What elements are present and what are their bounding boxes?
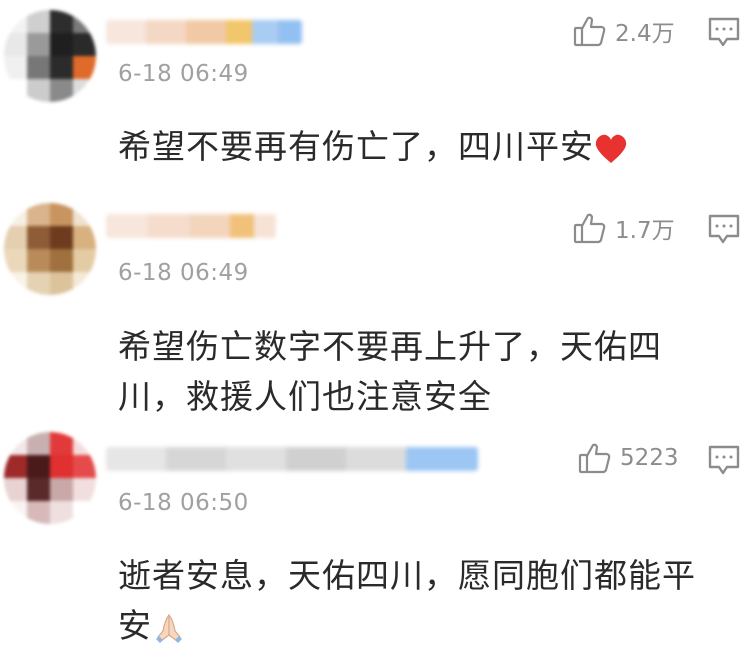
comment-time: 6-18 06:49 [118,260,249,286]
folded-hands-icon [156,613,182,643]
reply-comment-icon[interactable] [707,213,741,245]
comment-item: 6-18 06:49 1.7万 希望伤亡数字不要再上升了，天佑四川，救援人们也注… [0,203,750,430]
comment-time: 6-18 06:50 [118,490,249,516]
like-count: 1.7万 [615,218,675,244]
like-button[interactable]: 5223 [578,442,679,474]
reply-comment-icon[interactable] [707,16,741,48]
reply-comment-icon[interactable] [707,444,741,476]
comment-item: 6-18 06:50 5223 逝者安息，天佑四川，愿同胞们都能平安 [0,430,750,662]
comment-text: 希望不要再有伤亡了，四川平安 [118,122,718,172]
like-count: 2.4万 [615,21,675,47]
username[interactable] [106,447,478,471]
comment-text: 希望伤亡数字不要再上升了，天佑四川，救援人们也注意安全 [118,327,662,416]
thumbs-up-icon [573,213,606,244]
avatar[interactable] [4,203,96,295]
thumbs-up-icon [573,16,606,47]
red-heart-icon [595,134,627,163]
comment-item: 6-18 06:49 2.4万 希望不要再有伤亡了，四川平安 [0,0,750,205]
thumbs-up-icon [578,443,611,474]
like-count: 5223 [620,445,679,471]
like-button[interactable]: 1.7万 [573,211,675,245]
comment-text: 逝者安息，天佑四川，愿同胞们都能平安 [118,556,696,645]
username[interactable] [106,20,302,44]
avatar[interactable] [4,432,96,524]
like-button[interactable]: 2.4万 [573,14,675,48]
comment-time: 6-18 06:49 [118,61,249,87]
avatar[interactable] [4,10,96,102]
username[interactable] [106,214,276,238]
